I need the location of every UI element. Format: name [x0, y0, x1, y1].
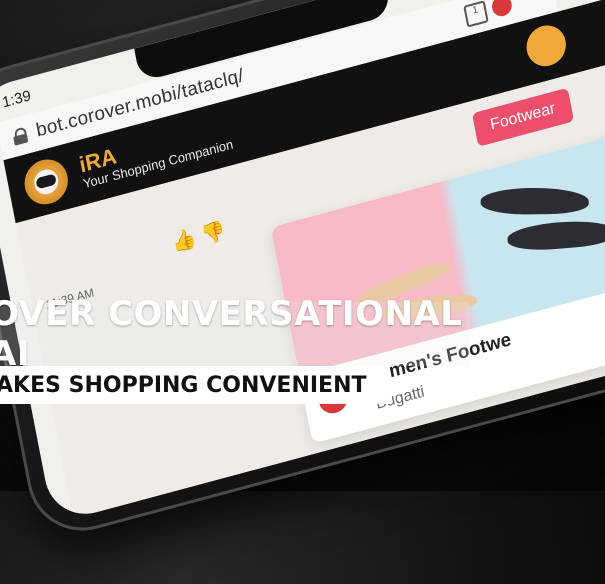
menu-icon[interactable] — [490, 0, 514, 19]
phone: 1:39 ≡ 9 bot.corover.mobi/tataclq/ 1 iRA… — [0, 0, 605, 584]
status-time: 1:39 — [0, 87, 33, 112]
shoe-icon — [480, 187, 590, 216]
caption-line-2: AKES SHOPPING CONVENIENT — [0, 366, 390, 404]
tabs-icon[interactable]: 1 — [463, 0, 489, 28]
bot-avatar — [20, 154, 72, 210]
brand-logo-icon[interactable] — [523, 21, 570, 71]
lock-icon — [12, 126, 29, 145]
caption-text-1: OVER CONVERSATIONAL AI — [0, 294, 463, 374]
caption-text-2: AKES SHOPPING CONVENIENT — [0, 372, 367, 398]
shoe-icon — [507, 217, 605, 254]
thumbs-icons[interactable]: 👍 👎 — [170, 217, 228, 256]
phone-screen: 1:39 ≡ 9 bot.corover.mobi/tataclq/ 1 iRA… — [0, 0, 605, 524]
caption-line-1: OVER CONVERSATIONAL AI — [0, 294, 470, 374]
footwear-chip[interactable]: Footwear — [471, 87, 574, 147]
